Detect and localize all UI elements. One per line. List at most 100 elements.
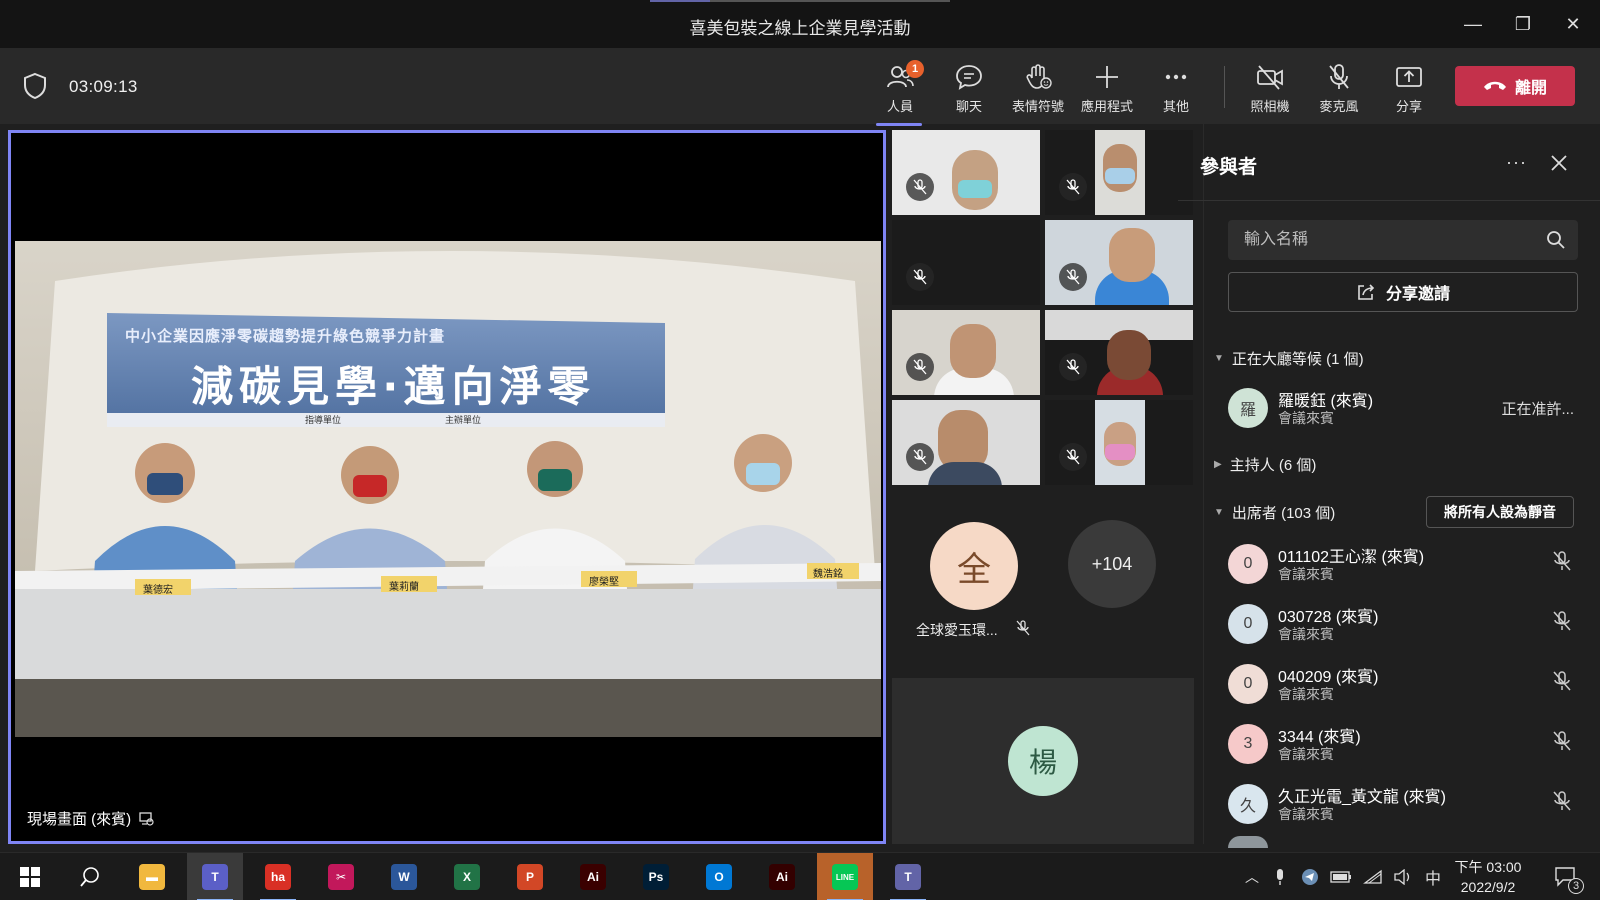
people-button[interactable]: 1 人員 xyxy=(868,58,932,126)
participant-role: 會議來賓 xyxy=(1278,410,1334,426)
avatar: 3 xyxy=(1228,724,1268,764)
gallery-tile-7[interactable] xyxy=(892,400,1040,485)
taskbar-app-photoshop[interactable]: Ps xyxy=(628,853,684,900)
meeting-timer: 03:09:13 xyxy=(69,77,138,96)
teams-icon: T xyxy=(202,864,228,890)
start-button[interactable] xyxy=(2,853,58,900)
participants-panel: 參與者 ··· 分享邀請 ▼ 正在大廳等候 (1 個) 羅 羅暖鈺 (來賓) 會… xyxy=(1178,124,1600,848)
taskbar-app-acrobat[interactable]: Ai xyxy=(565,853,621,900)
participant-role: 會議來賓 xyxy=(1278,566,1334,582)
attendees-section-header[interactable]: ▼ 出席者 (103 個) xyxy=(1214,502,1335,523)
tray-mic-icon[interactable] xyxy=(1268,853,1292,900)
taskbar-search-button[interactable] xyxy=(62,853,118,900)
table-row[interactable]: 0 040209 (來賓) 會議來賓 xyxy=(1228,656,1578,712)
close-window-button[interactable]: ✕ xyxy=(1548,0,1598,48)
tray-chevron-up-icon[interactable]: ︿ xyxy=(1240,853,1264,900)
photoshop-icon: Ps xyxy=(643,864,669,890)
tray-volume-icon[interactable] xyxy=(1390,853,1416,900)
tile-mic-off-icon xyxy=(1059,353,1087,381)
powerpoint-icon: P xyxy=(517,864,543,890)
gallery-tile-2[interactable] xyxy=(1045,130,1193,215)
taskbar-app-powerpoint[interactable]: P xyxy=(502,853,558,900)
windows-icon xyxy=(20,867,40,887)
table-row[interactable]: 0 030728 (來賓) 會議來賓 xyxy=(1228,596,1578,652)
search-input[interactable] xyxy=(1228,220,1538,260)
table-row[interactable]: 3 3344 (來賓) 會議來賓 xyxy=(1228,716,1578,772)
tray-battery-icon[interactable] xyxy=(1328,853,1354,900)
windows-taskbar: ▬ Tha ✂ W X P Ai Ps O Ai LINE T ︿ 中 下午 03:00 2022/9… xyxy=(0,852,1600,900)
share-invite-label: 分享邀請 xyxy=(1385,286,1450,303)
search-icon[interactable] xyxy=(1546,230,1566,250)
close-panel-icon[interactable] xyxy=(1550,154,1568,172)
lobby-participant-row[interactable]: 羅 羅暖鈺 (來賓) 會議來賓 正在准許... xyxy=(1228,380,1578,436)
gallery-tile-4[interactable] xyxy=(1045,220,1193,305)
camera-button[interactable]: 照相機 xyxy=(1238,58,1302,118)
nameplate-4: 魏浩銘 xyxy=(813,569,843,580)
main-video-caption: 現場畫面 (來賓) xyxy=(27,808,155,829)
taskbar-app-word[interactable]: W xyxy=(376,853,432,900)
mute-all-button[interactable]: 將所有人設為靜音 xyxy=(1426,496,1574,528)
notification-center-button[interactable]: 3 xyxy=(1544,853,1588,900)
taskbar-clock[interactable]: 下午 03:00 2022/9/2 xyxy=(1448,857,1528,897)
chevron-right-icon: ▶ xyxy=(1214,459,1222,470)
taskbar-app-explorer[interactable]: ▬ xyxy=(124,853,180,900)
venue-video-feed: 中小企業因應淨零碳趨勢提升綠色競爭力計畫 減碳見學‧邁向淨零 指導單位 主辦單位… xyxy=(15,241,881,737)
main-video-stage[interactable]: 中小企業因應淨零碳趨勢提升綠色競爭力計畫 減碳見學‧邁向淨零 指導單位 主辦單位… xyxy=(8,130,886,844)
share-invite-icon xyxy=(1358,284,1375,300)
self-view-tile[interactable]: 楊 xyxy=(892,678,1194,844)
mic-off-icon[interactable] xyxy=(1552,610,1572,637)
taskbar-app-line[interactable]: LINE xyxy=(817,853,873,900)
mic-off-icon[interactable] xyxy=(1552,730,1572,757)
taskbar-app-teams-2[interactable]: T xyxy=(880,853,936,900)
participant-avatar-name: 全球愛玉環... xyxy=(916,622,998,638)
mic-off-icon[interactable] xyxy=(1552,550,1572,577)
share-button[interactable]: 分享 xyxy=(1377,58,1441,118)
more-participants-button[interactable]: +104 xyxy=(1068,520,1156,608)
tile-mic-off-icon xyxy=(1059,443,1087,471)
gallery-tile-8[interactable] xyxy=(1045,400,1193,485)
participant-role: 會議來賓 xyxy=(1278,686,1334,702)
participant-avatar[interactable]: 全 xyxy=(930,522,1018,610)
more-button[interactable]: 其他 xyxy=(1144,58,1208,118)
taskbar-app-illustrator[interactable]: Ai xyxy=(754,853,810,900)
taskbar-app-teams[interactable]: T xyxy=(187,853,243,900)
chat-button[interactable]: 聊天 xyxy=(937,58,1001,118)
taskbar-app-chrome[interactable]: ha xyxy=(250,853,306,900)
panel-more-button[interactable]: ··· xyxy=(1506,152,1527,173)
tray-wifi-icon[interactable] xyxy=(1360,853,1386,900)
admit-status[interactable]: 正在准許... xyxy=(1501,398,1574,419)
camera-label: 照相機 xyxy=(1250,99,1290,114)
mic-off-icon[interactable] xyxy=(1552,670,1572,697)
table-row[interactable]: 久久正光電_黃文龍 (來賓) 會議來賓 xyxy=(1228,776,1578,832)
chrome-icon: ha xyxy=(265,864,291,890)
taskbar-app-excel[interactable]: X xyxy=(439,853,495,900)
face-mask xyxy=(958,180,992,198)
outlook-icon: O xyxy=(706,864,732,890)
ime-indicator[interactable]: 中 xyxy=(1420,853,1446,900)
mic-button[interactable]: 麥克風 xyxy=(1307,58,1371,118)
mic-off-icon[interactable] xyxy=(1552,790,1572,817)
chevron-down-icon: ▼ xyxy=(1214,353,1224,364)
illustrator-icon: Ai xyxy=(769,864,795,890)
gallery-tile-3[interactable] xyxy=(892,220,1040,305)
clock-date: 2022/9/2 xyxy=(1460,879,1516,895)
leave-button[interactable]: 離開 xyxy=(1455,66,1575,106)
reactions-button[interactable]: 表情符號 xyxy=(1006,58,1070,118)
avatar: 羅 xyxy=(1228,388,1268,428)
snip-icon: ✂ xyxy=(328,864,354,890)
apps-button[interactable]: 應用程式 xyxy=(1075,58,1139,118)
tray-telegram-icon[interactable] xyxy=(1298,853,1322,900)
gallery-tile-1[interactable] xyxy=(892,130,1040,215)
taskbar-app-outlook[interactable]: O xyxy=(691,853,747,900)
lobby-section-header[interactable]: ▼ 正在大廳等候 (1 個) xyxy=(1214,348,1364,369)
table-row[interactable]: 0 011102王心潔 (來賓) 會議來賓 xyxy=(1228,536,1578,592)
tile-mic-off-icon xyxy=(906,173,934,201)
gallery-tile-6[interactable] xyxy=(1045,310,1193,395)
gallery-tile-5[interactable] xyxy=(892,310,1040,395)
taskbar-app-snip[interactable]: ✂ xyxy=(313,853,369,900)
shield-icon[interactable] xyxy=(22,72,48,100)
share-invite-button[interactable]: 分享邀請 xyxy=(1228,272,1578,312)
maximize-button[interactable]: ❐ xyxy=(1498,0,1548,48)
hosts-section-header[interactable]: ▶ 主持人 (6 個) xyxy=(1214,454,1316,475)
minimize-button[interactable]: — xyxy=(1448,0,1498,48)
